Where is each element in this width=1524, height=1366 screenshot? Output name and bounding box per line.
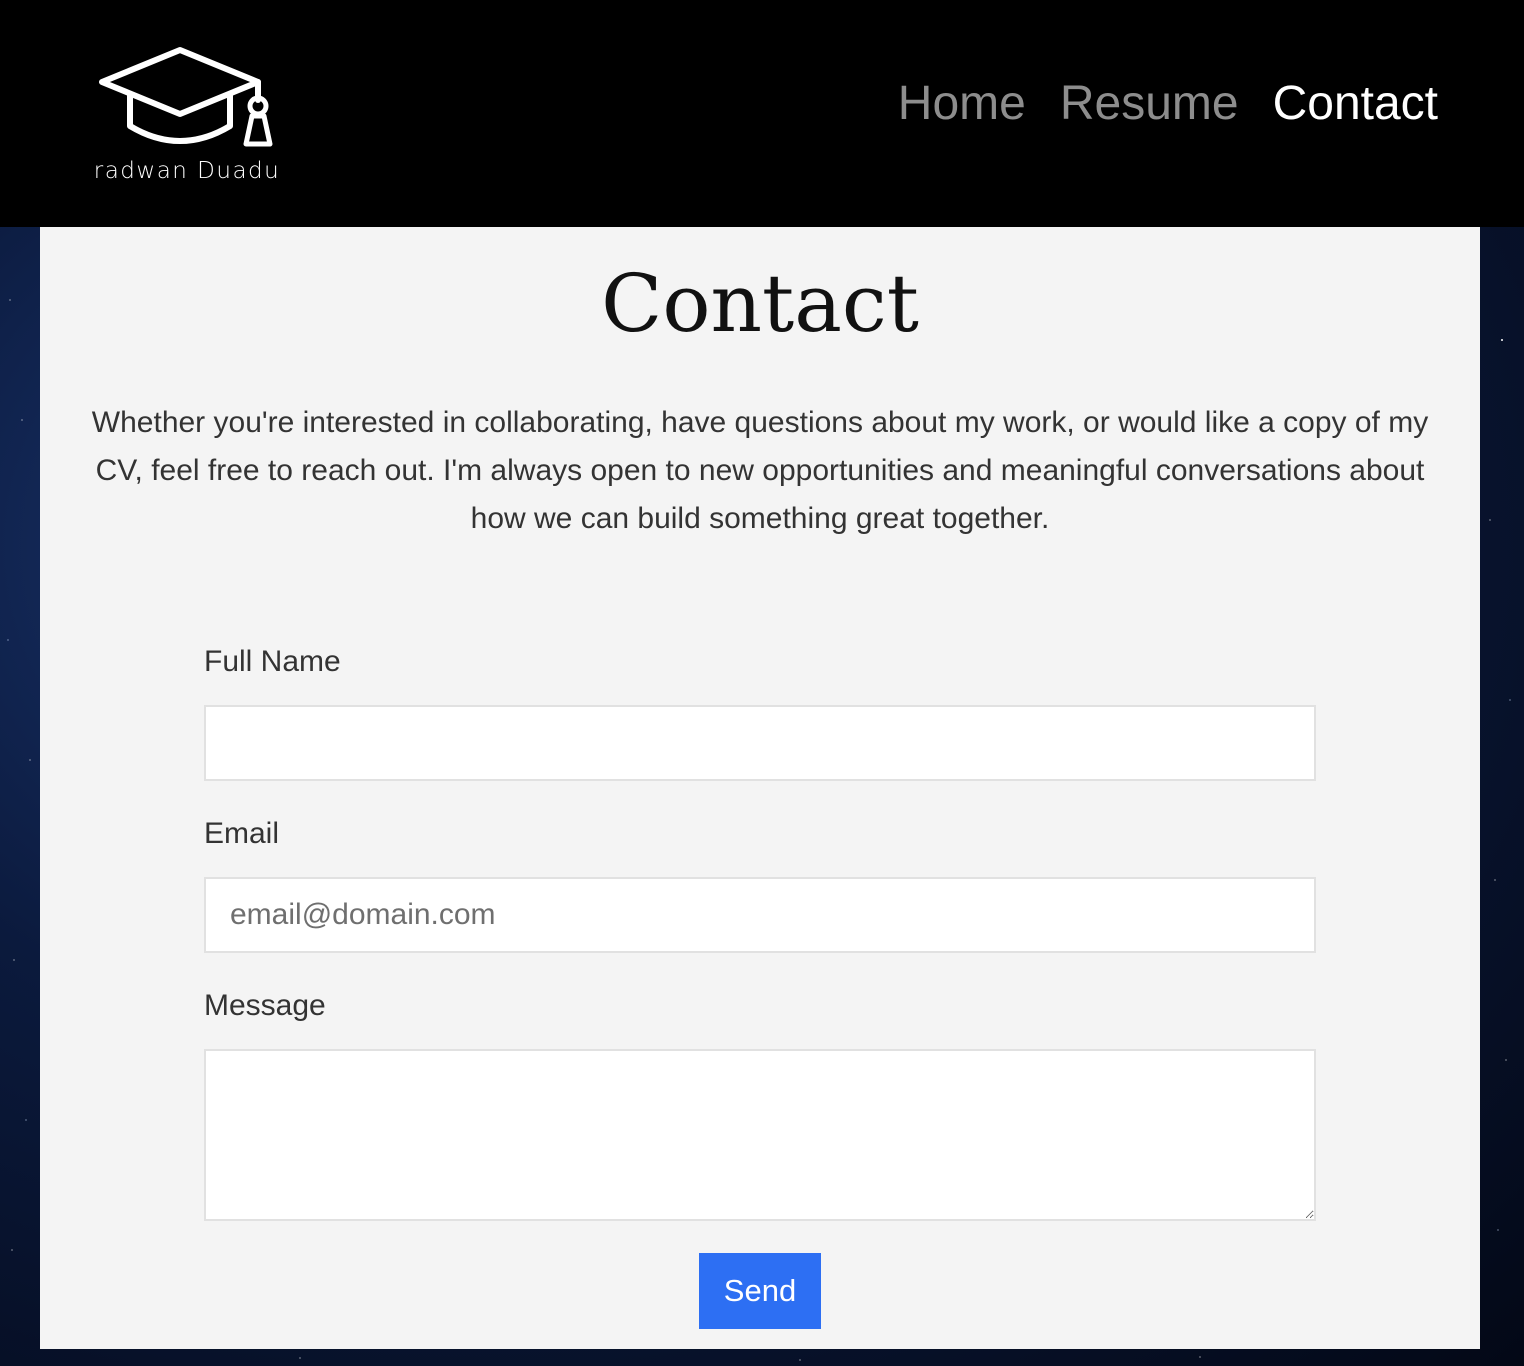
- message-label: Message: [204, 989, 326, 1022]
- full-name-label: Full Name: [204, 645, 341, 678]
- email-label: Email: [204, 817, 280, 850]
- main-nav: Home Resume Contact: [898, 77, 1438, 131]
- graduation-cap-icon: [99, 47, 273, 147]
- nav-item-resume[interactable]: Resume: [1060, 77, 1239, 131]
- site-logo[interactable]: radwan Duadu: [84, 44, 290, 189]
- full-name-input[interactable]: [204, 705, 1316, 781]
- navbar: radwan Duadu Home Resume Contact: [0, 0, 1524, 227]
- nav-item-contact[interactable]: Contact: [1273, 77, 1438, 131]
- brand-name: radwan Duadu: [93, 158, 281, 184]
- contact-card: Contact Whether you're interested in col…: [40, 227, 1480, 1349]
- intro-text: Whether you're interested in collaborati…: [91, 406, 1429, 535]
- send-button[interactable]: Send: [699, 1253, 821, 1329]
- page-title: Contact: [601, 257, 919, 350]
- email-input[interactable]: [204, 877, 1316, 953]
- message-textarea[interactable]: [204, 1049, 1316, 1221]
- nav-item-home[interactable]: Home: [898, 77, 1026, 131]
